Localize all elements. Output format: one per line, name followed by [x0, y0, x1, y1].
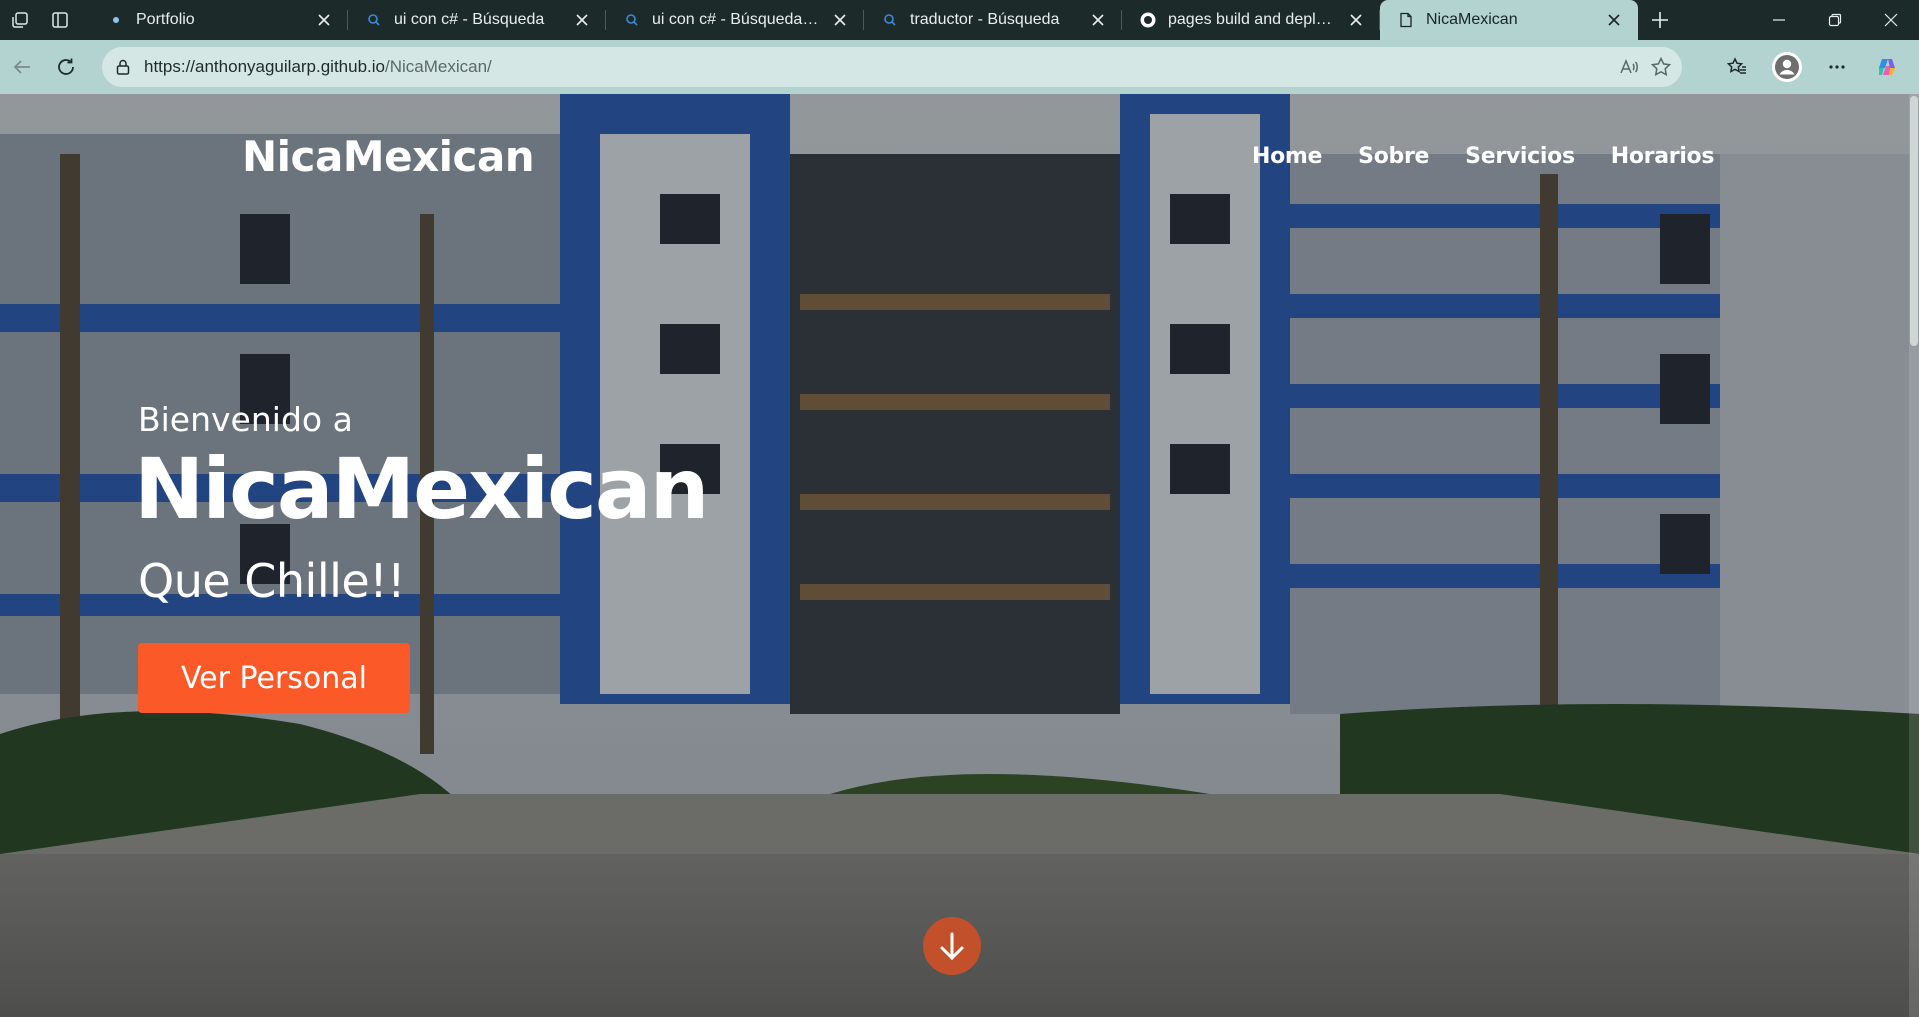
nav-home[interactable]: Home	[1252, 144, 1322, 169]
page-scrollbar[interactable]	[1909, 94, 1919, 1017]
search-icon	[882, 12, 898, 28]
close-icon[interactable]	[1604, 10, 1624, 30]
hero-title: NicaMexican	[134, 440, 709, 538]
more-menu-button[interactable]	[1815, 47, 1859, 87]
back-arrow-icon	[13, 60, 30, 74]
user-icon	[1775, 55, 1799, 79]
close-window-button[interactable]	[1863, 0, 1919, 40]
favorite-star-icon[interactable]	[1650, 56, 1672, 78]
tab-search-images[interactable]: ui con c# - Búsqueda Imágenes	[606, 0, 864, 40]
page-icon	[1398, 12, 1414, 28]
address-bar[interactable]: https://anthonyaguilarp.github.io/NicaMe…	[102, 47, 1682, 87]
refresh-icon	[58, 58, 74, 75]
close-icon[interactable]	[572, 10, 592, 30]
close-icon[interactable]	[1088, 10, 1108, 30]
minimize-button[interactable]	[1751, 0, 1807, 40]
tab-title: traductor - Búsqueda	[910, 11, 1060, 28]
site-nav: Home Sobre Servicios Horarios	[1252, 144, 1714, 169]
tab-title: ui con c# - Búsqueda	[394, 11, 545, 28]
lock-icon[interactable]	[114, 58, 132, 76]
read-aloud-icon[interactable]	[1618, 56, 1640, 78]
url-text: https://anthonyaguilarp.github.io/NicaMe…	[144, 57, 492, 77]
hero-welcome: Bienvenido a	[138, 400, 353, 439]
more-dots-icon	[1829, 65, 1845, 69]
search-icon	[366, 12, 382, 28]
tab-search-ui[interactable]: ui con c# - Búsqueda	[348, 0, 606, 40]
ver-personal-button[interactable]: Ver Personal	[138, 643, 410, 713]
close-icon[interactable]	[1346, 10, 1366, 30]
plus-icon	[1652, 12, 1668, 28]
vertical-tabs-icon[interactable]	[40, 0, 80, 40]
tab-list: Portfolio ui con c# - Búsqueda ui con c#…	[90, 0, 1638, 40]
close-icon[interactable]	[314, 10, 334, 30]
browser-toolbar: https://anthonyaguilarp.github.io/NicaMe…	[0, 40, 1919, 94]
copilot-icon	[1879, 59, 1895, 75]
nav-sobre[interactable]: Sobre	[1358, 144, 1429, 169]
new-tab-button[interactable]	[1638, 0, 1682, 40]
tab-title: NicaMexican	[1426, 11, 1518, 28]
scroll-down-button[interactable]	[923, 917, 981, 975]
close-icon[interactable]	[830, 10, 850, 30]
restore-button[interactable]	[1807, 0, 1863, 40]
profile-button[interactable]	[1765, 47, 1809, 87]
nav-servicios[interactable]: Servicios	[1465, 144, 1575, 169]
favorites-list-icon	[1726, 57, 1746, 74]
search-icon	[624, 12, 640, 28]
github-icon	[1140, 12, 1156, 28]
tab-title: ui con c# - Búsqueda Imágenes	[652, 11, 822, 28]
site-logo[interactable]: NicaMexican	[242, 132, 535, 181]
copilot-button[interactable]	[1865, 47, 1909, 87]
toolbar-right	[1715, 40, 1909, 94]
portfolio-dot-icon	[108, 12, 124, 28]
hero-tagline: Que Chille!!	[138, 554, 406, 608]
favorites-button[interactable]	[1715, 47, 1759, 87]
nav-horarios[interactable]: Horarios	[1611, 144, 1715, 169]
tab-search-traductor[interactable]: traductor - Búsqueda	[864, 0, 1122, 40]
tab-github-pages[interactable]: pages build and deployment	[1122, 0, 1380, 40]
web-page: NicaMexican Home Sobre Servicios Horario…	[0, 94, 1919, 1017]
tab-portfolio[interactable]: Portfolio	[90, 0, 348, 40]
avatar	[1772, 52, 1802, 82]
tab-title: pages build and deployment	[1168, 11, 1338, 28]
url-path: /NicaMexican/	[385, 57, 492, 76]
tab-nicamexican[interactable]: NicaMexican	[1380, 0, 1638, 40]
scrollbar-thumb[interactable]	[1910, 96, 1918, 346]
window-controls	[1751, 0, 1919, 40]
arrow-down-icon	[940, 932, 964, 961]
refresh-button[interactable]	[44, 47, 88, 87]
url-host: https://anthonyaguilarp.github.io	[144, 57, 386, 76]
workspaces-icon[interactable]	[0, 0, 40, 40]
back-button[interactable]	[0, 47, 44, 87]
tab-strip: Portfolio ui con c# - Búsqueda ui con c#…	[0, 0, 1919, 40]
tab-title: Portfolio	[136, 11, 195, 28]
